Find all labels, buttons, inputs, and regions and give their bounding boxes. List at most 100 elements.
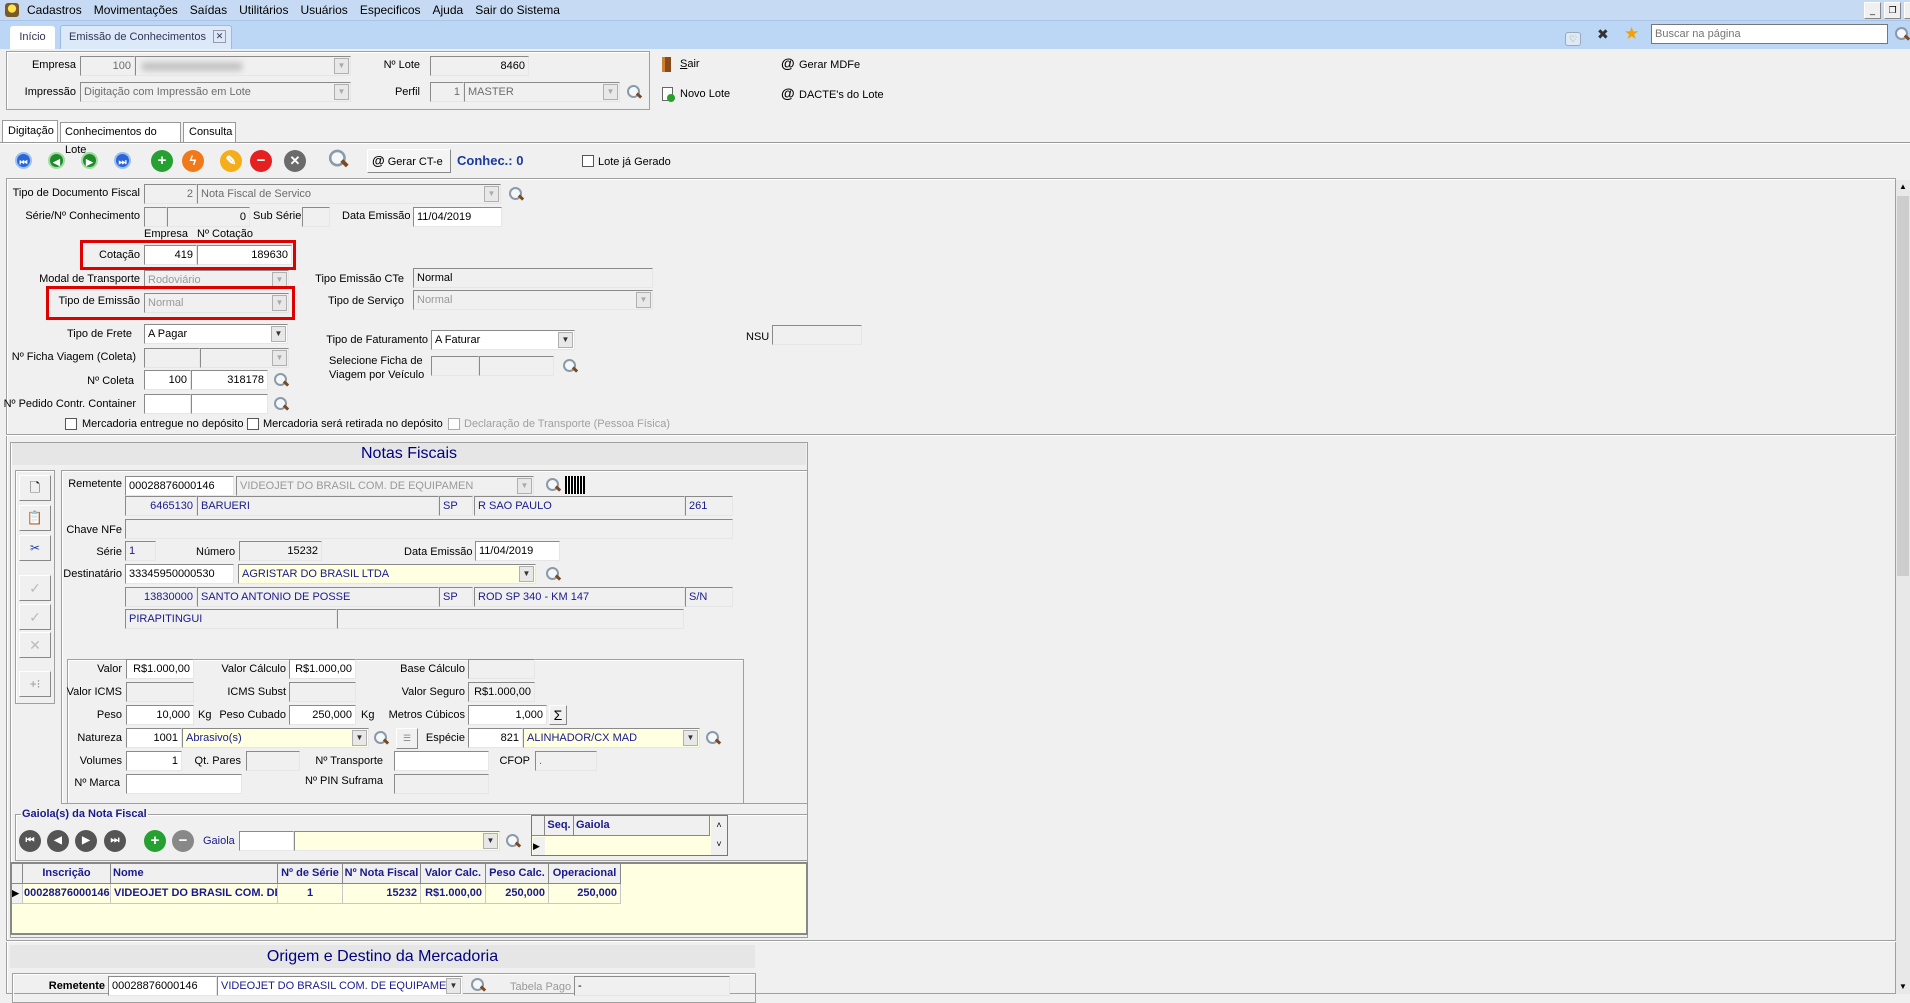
star-icon[interactable]: ★ <box>1624 24 1639 44</box>
cotacao-numero-input[interactable]: 189630 <box>197 245 292 265</box>
pedido-numero-input[interactable] <box>191 394 268 414</box>
close-window-button[interactable]: ✕ <box>1904 2 1910 19</box>
mercadoria-retirada-checkbox[interactable] <box>247 418 259 430</box>
gaiola-last-icon[interactable]: ⏭ <box>104 830 126 852</box>
destinatario-search-icon[interactable] <box>545 566 561 584</box>
cancel-nota-button[interactable]: ✕ <box>19 632 51 658</box>
subtab-conhecimentos-lote[interactable]: Conhecimentos do Lote <box>60 122 181 156</box>
gaiola-prev-icon[interactable]: ◀ <box>47 830 69 852</box>
cotacao-empresa-input[interactable]: 419 <box>144 245 197 265</box>
app-icon <box>5 3 19 17</box>
tab-inicio[interactable]: Início <box>10 26 55 49</box>
selecione-ficha-label: Selecione Ficha de Viagem por Veículo <box>329 355 425 381</box>
gaiola-label: Gaiola <box>203 835 235 847</box>
origem-search-icon[interactable] <box>470 977 486 995</box>
menu-sair-sistema[interactable]: Sair do Sistema <box>475 3 560 17</box>
gaiola-search-icon[interactable] <box>505 833 521 851</box>
lote-gerado-checkbox[interactable] <box>582 155 594 167</box>
gaiola-grid-scrollbar[interactable]: ˄ ˅ <box>711 816 727 855</box>
especie-select[interactable]: ALINHADOR/CX MAD ▼ <box>523 728 700 748</box>
menu-cadastros[interactable]: Cadastros <box>27 3 82 17</box>
last-record-icon[interactable]: ⏭ <box>114 152 131 169</box>
gerar-cte-button[interactable]: @ Gerar CT-e <box>367 149 451 173</box>
sair-button[interactable]: Sair <box>680 57 700 71</box>
perfil-select[interactable]: MASTER ▼ <box>464 82 620 102</box>
remetente-cnpj-input[interactable]: 00028876000146 <box>125 476 234 496</box>
coleta-numero-input[interactable]: 318178 <box>191 370 268 390</box>
restore-button[interactable]: ❐ <box>1884 2 1901 19</box>
header-inscricao[interactable]: Inscrição <box>23 864 111 884</box>
sum-button[interactable]: Σ <box>549 705 567 725</box>
gaiola-gaiola-header[interactable]: Gaiola <box>574 816 710 836</box>
header-operacional[interactable]: Operacional <box>549 864 621 884</box>
delete-minus-icon[interactable]: − <box>250 150 272 172</box>
ficha-viagem-select[interactable]: ▼ <box>200 348 289 368</box>
first-record-icon[interactable]: ⏮ <box>15 152 32 169</box>
menu-saidas[interactable]: Saídas <box>190 3 227 17</box>
subtab-digitacao[interactable]: Digitação <box>2 120 58 142</box>
pin-icon[interactable]: ✖ <box>1597 26 1609 43</box>
perfil-search-icon[interactable] <box>626 84 642 102</box>
nota-data-input[interactable]: 11/04/2019 <box>475 541 560 561</box>
header-valor-calc[interactable]: Valor Calc. <box>421 864 486 884</box>
remetente-select[interactable]: VIDEOJET DO BRASIL COM. DE EQUIPAMEN ▼ <box>236 476 534 496</box>
menu-movimentacoes[interactable]: Movimentações <box>94 3 178 17</box>
next-record-icon[interactable]: ▶ <box>81 152 98 169</box>
mercadoria-entregue-checkbox[interactable] <box>65 418 77 430</box>
pedido-empresa-input[interactable] <box>144 394 191 414</box>
search-icon[interactable] <box>1894 26 1910 44</box>
destinatario-select[interactable]: AGRISTAR DO BRASIL LTDA ▼ <box>238 564 536 584</box>
especie-code-input[interactable]: 821 <box>468 728 523 748</box>
tipo-doc-select[interactable]: Nota Fiscal de Servico ▼ <box>197 184 501 204</box>
scrollbar-thumb[interactable] <box>1897 196 1909 576</box>
search-icon[interactable] <box>328 148 349 171</box>
dacte-lote-button[interactable]: DACTE's do Lote <box>799 88 884 102</box>
page-search-input[interactable] <box>1651 24 1888 44</box>
ficha-veiculo-search-icon[interactable] <box>562 358 578 376</box>
header-peso-calc[interactable]: Peso Calc. <box>486 864 549 884</box>
favorite-heart-icon[interactable]: ♡ <box>1565 32 1581 46</box>
gaiola-add-icon[interactable]: + <box>144 830 166 852</box>
gerar-mdfe-button[interactable]: Gerar MDFe <box>799 58 860 72</box>
coleta-empresa-input[interactable]: 100 <box>144 370 191 390</box>
header-nota-fiscal[interactable]: Nº Nota Fiscal <box>343 864 421 884</box>
coleta-search-icon[interactable] <box>273 372 289 390</box>
novo-lote-button[interactable]: Novo Lote <box>680 87 730 101</box>
gaiola-select[interactable]: ▼ <box>294 831 500 851</box>
tipo-doc-search-icon[interactable] <box>508 186 524 204</box>
header-serie[interactable]: Nº de Série <box>278 864 343 884</box>
especie-search-icon[interactable] <box>705 730 721 748</box>
menu-especificos[interactable]: Especificos <box>360 3 421 17</box>
edit-pencil-icon[interactable]: ✎ <box>220 150 242 172</box>
destinatario-cnpj-input[interactable]: 33345950000530 <box>125 564 234 584</box>
menu-utilitarios[interactable]: Utilitários <box>239 3 288 17</box>
tab-emissao-conhecimentos[interactable]: Emissão de Conhecimentos ✕ <box>60 25 232 49</box>
vertical-scrollbar[interactable]: ▲ ▼ <box>1896 180 1910 994</box>
menu-usuarios[interactable]: Usuários <box>300 3 347 17</box>
tipo-faturamento-select[interactable]: A Faturar ▼ <box>431 330 575 350</box>
close-tab-icon[interactable]: ✕ <box>213 30 226 43</box>
natureza-code-input[interactable]: 1001 <box>126 728 182 748</box>
subtab-consulta[interactable]: Consulta <box>183 122 236 142</box>
tipo-servico-select[interactable]: Normal ▼ <box>413 290 653 310</box>
menu-ajuda[interactable]: Ajuda <box>433 3 464 17</box>
gaiola-remove-icon[interactable]: − <box>172 830 194 852</box>
confirm-all-button[interactable]: ✓ <box>19 604 51 630</box>
cancel-x-icon[interactable]: ✕ <box>284 150 306 172</box>
gaiola-next-icon[interactable]: ▶ <box>75 830 97 852</box>
gaiola-code-input[interactable] <box>239 831 294 851</box>
origem-remetente-select[interactable]: VIDEOJET DO BRASIL COM. DE EQUIPAMEN ▼ <box>217 976 463 996</box>
remetente-search-icon[interactable] <box>545 477 561 495</box>
minimize-button[interactable]: _ <box>1864 2 1881 19</box>
add-icon[interactable]: + <box>151 150 173 172</box>
header-nome[interactable]: Nome <box>111 864 278 884</box>
barcode-icon[interactable] <box>565 476 585 494</box>
previous-record-icon[interactable]: ◀ <box>48 152 65 169</box>
lightning-icon[interactable]: ϟ <box>182 150 204 172</box>
origem-remetente-cnpj[interactable]: 00028876000146 <box>108 976 217 996</box>
gaiola-first-icon[interactable]: ⏮ <box>19 830 41 852</box>
metros-cubicos-input[interactable]: 1,000 <box>468 705 547 725</box>
data-emissao-input[interactable]: 11/04/2019 <box>413 207 502 227</box>
pedido-search-icon[interactable] <box>273 396 289 414</box>
gaiola-seq-header[interactable]: Seq. <box>545 816 574 836</box>
